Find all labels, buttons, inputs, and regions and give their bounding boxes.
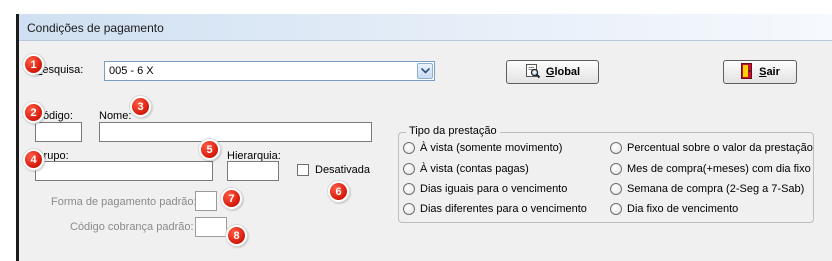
chevron-down-icon[interactable] (417, 63, 433, 79)
annotation-badge: 6 (328, 181, 349, 202)
payment-conditions-window: Condições de pagamento Pesquisa: 005 - 6… (16, 14, 832, 261)
hierarquia-field[interactable] (227, 161, 279, 181)
radio-label: Dias diferentes para o vencimento (420, 203, 587, 215)
radio-label: Dia fixo de vencimento (627, 203, 739, 215)
global-button[interactable]: Global (506, 60, 599, 84)
annotation-badge: 3 (130, 96, 151, 117)
annotation-badge: 2 (23, 102, 44, 123)
annotation-badge: 8 (226, 225, 247, 246)
nome-label: Nome: (99, 110, 132, 122)
window-title: Condições de pagamento (27, 21, 164, 35)
forma-pagamento-field[interactable] (195, 191, 217, 211)
codigo-cobranca-label: Código cobrança padrão: (70, 221, 194, 233)
exit-button[interactable]: Sair (723, 60, 797, 84)
nome-field[interactable] (99, 122, 372, 142)
radio-dia-fixo[interactable]: Dia fixo de vencimento (610, 203, 738, 215)
radio-semana-de-compra[interactable]: Semana de compra (2-Seg a 7-Sab) (610, 183, 804, 195)
radio-dias-diferentes[interactable]: Dias diferentes para o vencimento (403, 203, 587, 215)
radio-dot[interactable] (403, 203, 415, 215)
tipo-prestacao-legend: Tipo da prestação (406, 125, 500, 137)
search-combobox[interactable]: 005 - 6 X (104, 61, 435, 81)
title-bar: Condições de pagamento (19, 14, 832, 41)
radio-dot[interactable] (610, 203, 622, 215)
radio-label: Dias iguais para o vencimento (420, 183, 568, 195)
radio-label: Mes de compra(+meses) com dia fixo (627, 163, 811, 175)
radio-dot[interactable] (610, 142, 622, 154)
radio-a-vista-somente-movimento[interactable]: À vista (somente movimento) (403, 142, 562, 154)
search-label-text: esquisa: (42, 64, 84, 76)
tipo-prestacao-group: Tipo da prestação À vista (somente movim… (398, 125, 814, 223)
radio-dot[interactable] (403, 183, 415, 195)
forma-pagamento-label: Forma de pagamento padrão: (51, 196, 197, 208)
annotation-badge: 5 (199, 139, 220, 160)
radio-dot[interactable] (403, 163, 415, 175)
desativada-label: Desativada (315, 164, 371, 176)
radio-label: Percentual sobre o valor da prestação (627, 142, 813, 154)
exit-door-icon (740, 62, 754, 82)
codigo-cobranca-field[interactable] (195, 217, 227, 237)
annotation-badge: 1 (23, 54, 44, 75)
annotation-badge: 4 (23, 149, 44, 170)
radio-dias-iguais[interactable]: Dias iguais para o vencimento (403, 183, 567, 195)
radio-mes-de-compra[interactable]: Mes de compra(+meses) com dia fixo (610, 163, 811, 175)
radio-percentual[interactable]: Percentual sobre o valor da prestação (610, 142, 813, 154)
exit-button-label: Sair (759, 66, 780, 78)
magnifier-document-icon (525, 63, 541, 82)
radio-label: Semana de compra (2-Seg a 7-Sab) (627, 183, 805, 195)
codigo-field[interactable] (35, 122, 82, 142)
radio-label: À vista (somente movimento) (420, 142, 563, 154)
global-button-label: Global (545, 66, 581, 78)
radio-a-vista-contas-pagas[interactable]: À vista (contas pagas) (403, 163, 529, 175)
radio-dot[interactable] (610, 183, 622, 195)
search-value: 005 - 6 X (109, 65, 154, 77)
desativada-checkbox[interactable] (297, 164, 309, 176)
radio-label: À vista (contas pagas) (420, 163, 529, 175)
radio-dot[interactable] (403, 142, 415, 154)
radio-dot[interactable] (610, 163, 622, 175)
annotation-badge: 7 (221, 188, 242, 209)
grupo-field[interactable] (35, 161, 213, 181)
